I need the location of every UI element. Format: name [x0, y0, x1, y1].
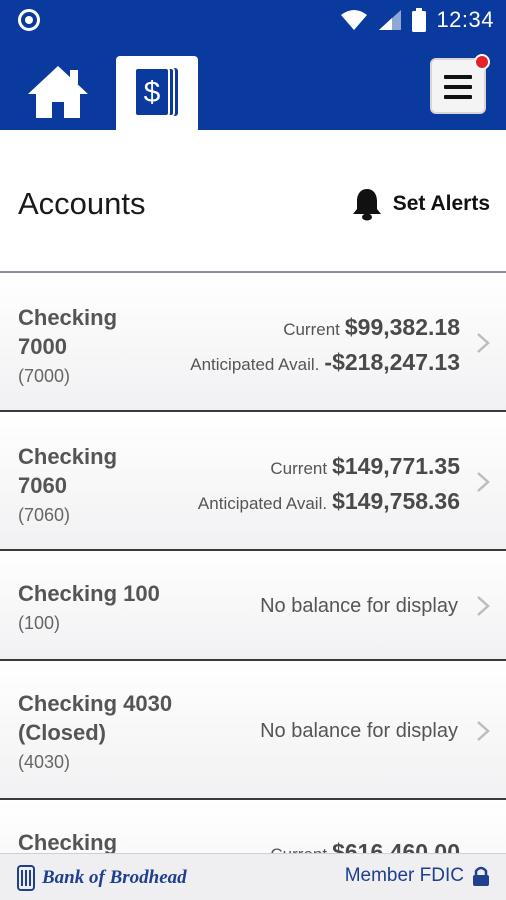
account-number: (7000)	[18, 366, 71, 386]
page-title: Accounts	[18, 186, 146, 221]
home-icon	[28, 66, 88, 118]
current-balance: Current $149,771.35	[270, 453, 460, 479]
account-row[interactable]: Checking Current $616,460.00	[0, 800, 506, 853]
account-number: (7060)	[18, 505, 71, 525]
notification-dot-icon	[18, 9, 40, 31]
member-fdic-label: Member FDIC	[344, 865, 464, 886]
nav-tab-home[interactable]	[26, 64, 90, 120]
status-time: 12:34	[436, 7, 494, 32]
footer: Bank of Brodhead Member FDIC	[0, 853, 506, 900]
bank-emblem-icon	[17, 865, 35, 891]
hamburger-menu-icon	[444, 75, 472, 105]
menu-button[interactable]	[430, 54, 490, 114]
account-row[interactable]: Checking 4030 (Closed) (4030) No balance…	[0, 661, 506, 800]
status-bar: 12:34	[0, 0, 506, 40]
wifi-icon	[341, 10, 368, 30]
status-icons: 12:34	[340, 7, 494, 33]
bank-logo: Bank of Brodhead	[16, 863, 187, 893]
accounts-dollar-icon: $	[134, 67, 178, 117]
account-row[interactable]: Checking 7060 (7060) Current $149,771.35…	[0, 412, 506, 551]
current-balance: Current $616,460.00	[270, 839, 460, 853]
page-header: Accounts Set Alerts	[0, 130, 506, 273]
signal-icon	[379, 10, 402, 30]
account-list[interactable]: Checking 7000 (7000) Current $99,382.18 …	[0, 273, 506, 853]
member-fdic: Member FDIC	[345, 865, 490, 887]
chevron-right-icon	[477, 472, 490, 492]
chevron-right-icon	[477, 721, 490, 741]
menu-notification-badge	[474, 54, 490, 70]
set-alerts-label: Set Alerts	[392, 192, 490, 215]
anticipated-balance: Anticipated Avail. -$218,247.13	[190, 349, 460, 375]
account-name: Checking	[18, 830, 118, 853]
account-number: (4030)	[18, 752, 71, 772]
set-alerts-button[interactable]: Set Alerts	[351, 186, 490, 222]
account-name: Checking 7060	[18, 444, 118, 498]
account-row[interactable]: Checking 7000 (7000) Current $99,382.18 …	[0, 273, 506, 412]
account-name: Checking 7000	[18, 305, 118, 359]
chevron-right-icon	[477, 333, 490, 353]
account-name: Checking 4030 (Closed)	[18, 691, 173, 745]
bell-icon	[352, 189, 381, 221]
battery-icon	[412, 8, 427, 32]
svg-text:$: $	[144, 76, 161, 109]
lock-icon	[473, 866, 489, 886]
current-balance: Current $99,382.18	[283, 314, 460, 340]
bank-name: Bank of Brodhead	[42, 867, 187, 888]
no-balance-text: No balance for display	[260, 720, 458, 742]
nav-bar: $	[0, 40, 506, 130]
account-name: Checking 100	[18, 581, 160, 606]
anticipated-balance: Anticipated Avail. $149,758.36	[197, 488, 460, 514]
account-row[interactable]: Checking 100 (100) No balance for displa…	[0, 551, 506, 661]
chevron-right-icon	[477, 596, 490, 616]
nav-tab-accounts[interactable]: $	[116, 56, 198, 130]
account-number: (100)	[18, 613, 61, 633]
no-balance-text: No balance for display	[260, 595, 458, 617]
